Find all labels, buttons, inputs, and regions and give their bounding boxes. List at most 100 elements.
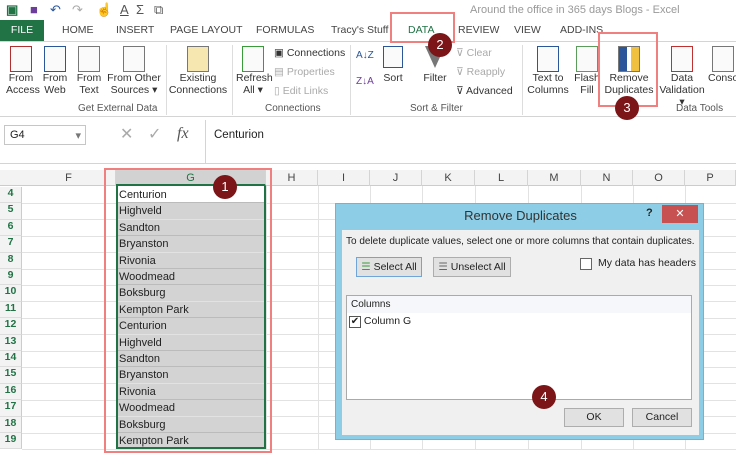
row-header[interactable]: 14 — [0, 351, 22, 368]
window-title: Around the office in 365 days Blogs - Ex… — [470, 4, 680, 16]
row-header[interactable]: 4 — [0, 187, 22, 204]
name-box[interactable]: G4 ▾ — [4, 125, 86, 145]
close-button[interactable]: ✕ — [662, 205, 698, 223]
redo-icon[interactable]: ↷ — [72, 2, 83, 18]
row-header[interactable]: 8 — [0, 252, 22, 269]
column-header-n[interactable]: N — [581, 170, 633, 186]
row-header[interactable]: 16 — [0, 383, 22, 401]
text-file-icon — [78, 46, 100, 72]
group-connections: Connections — [265, 103, 321, 114]
tab-add-ins[interactable]: ADD-INS — [560, 24, 603, 36]
web-icon — [44, 46, 66, 72]
excel-logo-icon: ▣ — [6, 2, 19, 17]
autosum-icon[interactable]: Σ — [136, 2, 144, 17]
refresh-all-button[interactable]: Refresh All ▾ — [236, 46, 273, 96]
my-data-has-headers-label[interactable]: My data has headers — [598, 257, 696, 269]
separator — [166, 45, 167, 115]
consolidate-button[interactable]: Conso — [708, 46, 736, 84]
column-header-m[interactable]: M — [528, 170, 581, 186]
column-g-checkbox[interactable]: ✔ — [349, 316, 361, 328]
flash-fill-icon — [576, 46, 598, 72]
tab-insert[interactable]: INSERT — [116, 24, 154, 36]
unselect-all-button[interactable]: ☰ Unselect All — [433, 257, 511, 277]
column-header-o[interactable]: O — [633, 170, 685, 186]
columns-header: Columns — [347, 296, 691, 313]
row-header[interactable]: 17 — [0, 400, 22, 417]
edit-links-button[interactable]: ▯ Edit Links — [274, 85, 328, 97]
column-item[interactable]: ✔ Column G — [347, 313, 691, 330]
column-header-k[interactable]: K — [422, 170, 475, 186]
column-header-h[interactable]: H — [266, 170, 318, 186]
separator — [232, 45, 233, 115]
dialog-body: To delete duplicate values, select one o… — [342, 230, 699, 435]
enter-icon[interactable]: ✓ — [148, 124, 161, 144]
tab-formulas[interactable]: FORMULAS — [256, 24, 314, 36]
camera-icon[interactable]: ⧉ — [154, 2, 163, 18]
save-icon[interactable]: ■ — [30, 2, 38, 17]
row-header[interactable]: 13 — [0, 334, 22, 351]
row-header[interactable]: 18 — [0, 416, 22, 433]
ok-button[interactable]: OK — [564, 408, 624, 427]
column-header-p[interactable]: P — [685, 170, 736, 186]
row-header[interactable]: 19 — [0, 433, 22, 450]
row-header[interactable]: 10 — [0, 285, 22, 302]
access-icon — [10, 46, 32, 72]
sort-z-a-icon[interactable]: Z↓A — [356, 76, 374, 87]
font-color-icon[interactable]: A — [120, 2, 129, 17]
connections-button[interactable]: ▣ Connections — [274, 47, 345, 59]
undo-icon[interactable]: ↶ — [50, 2, 61, 18]
flash-fill-button[interactable]: Flash Fill — [574, 46, 600, 96]
title-bar: ▣ ■ ↶ ↷ ☝ A Σ ⧉ Around the office in 365… — [0, 0, 736, 20]
existing-connections-button[interactable]: Existing Connections — [168, 46, 228, 96]
callout-1: 1 — [213, 175, 237, 199]
column-header-j[interactable]: J — [370, 170, 422, 186]
touch-mode-icon[interactable]: ☝ — [96, 2, 112, 18]
advanced-button[interactable]: ⊽ Advanced — [456, 85, 513, 97]
clear-button[interactable]: ⊽ Clear — [456, 47, 492, 59]
text-to-columns-icon — [537, 46, 559, 72]
group-data-tools: Data Tools — [676, 103, 724, 114]
tab-page-layout[interactable]: PAGE LAYOUT — [170, 24, 243, 36]
column-header-i[interactable]: I — [318, 170, 370, 186]
row-header[interactable]: 7 — [0, 236, 22, 253]
sort-a-z-icon[interactable]: A↓Z — [356, 50, 374, 61]
data-validation-icon — [671, 46, 693, 72]
callout-3: 3 — [615, 96, 639, 120]
row-header[interactable]: 12 — [0, 318, 22, 335]
cancel-icon[interactable]: ✕ — [120, 124, 133, 144]
from-web-button[interactable]: From Web — [40, 46, 70, 96]
callout-4: 4 — [532, 385, 556, 409]
row-header[interactable]: 9 — [0, 269, 22, 286]
row-header[interactable]: 11 — [0, 301, 22, 319]
insert-function-button[interactable]: fx — [177, 125, 189, 143]
text-to-columns-button[interactable]: Text to Columns — [526, 46, 570, 96]
tab-tracys-stuff[interactable]: Tracy's Stuff — [331, 24, 388, 36]
tab-review[interactable]: REVIEW — [458, 24, 499, 36]
help-button[interactable]: ? — [646, 207, 653, 219]
reapply-button[interactable]: ⊽ Reapply — [456, 66, 505, 78]
from-text-button[interactable]: From Text — [74, 46, 104, 96]
row-header[interactable]: 5 — [0, 203, 22, 220]
group-get-external-data: Get External Data — [78, 103, 158, 114]
highlight-column-g — [104, 168, 272, 453]
tab-home[interactable]: HOME — [62, 24, 94, 36]
from-access-button[interactable]: From Access — [6, 46, 40, 96]
remove-duplicates-dialog: Remove Duplicates ? ✕ To delete duplicat… — [335, 203, 704, 440]
tab-view[interactable]: VIEW — [514, 24, 541, 36]
other-sources-icon — [123, 46, 145, 72]
from-other-sources-button[interactable]: From Other Sources ▾ — [106, 46, 162, 96]
sort-button[interactable]: Sort — [380, 46, 406, 84]
column-header-l[interactable]: L — [475, 170, 528, 186]
data-validation-button[interactable]: Data Validation ▾ — [658, 46, 706, 108]
my-data-has-headers-checkbox[interactable] — [580, 258, 592, 270]
separator — [522, 45, 523, 115]
row-header[interactable]: 6 — [0, 219, 22, 237]
row-header[interactable]: 15 — [0, 367, 22, 384]
formula-input[interactable]: Centurion — [205, 120, 736, 164]
instruction-text: To delete duplicate values, select one o… — [346, 236, 695, 247]
properties-button[interactable]: ▤ Properties — [274, 66, 335, 78]
cancel-button[interactable]: Cancel — [632, 408, 692, 427]
select-all-button[interactable]: ☰ Select All — [356, 257, 422, 277]
tab-file[interactable]: FILE — [0, 20, 44, 41]
column-header-f[interactable]: F — [22, 170, 116, 186]
